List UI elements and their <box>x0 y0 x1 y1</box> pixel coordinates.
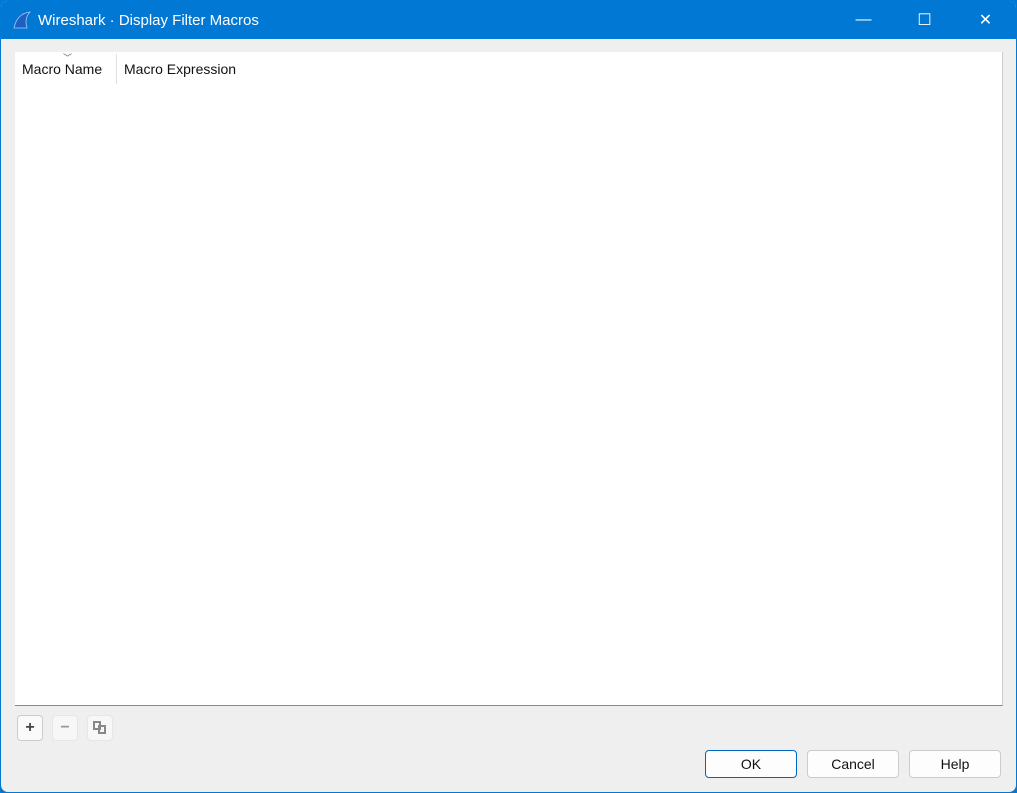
ok-button[interactable]: OK <box>705 750 797 778</box>
window-title: Wireshark · Display Filter Macros <box>38 11 259 29</box>
maximize-button[interactable]: ☐ <box>894 1 955 39</box>
add-macro-button[interactable]: + <box>17 715 43 741</box>
copy-icon <box>93 721 106 734</box>
title-bar: Wireshark · Display Filter Macros — ☐ ✕ <box>1 1 1016 39</box>
table-header: ﹀ Macro Name Macro Expression <box>15 52 1002 86</box>
column-header-macro-name[interactable]: ﹀ Macro Name <box>15 53 117 84</box>
dialog-window: Wireshark · Display Filter Macros — ☐ ✕ … <box>0 0 1017 793</box>
column-header-macro-expression[interactable]: Macro Expression <box>117 52 242 86</box>
cancel-button[interactable]: Cancel <box>807 750 899 778</box>
close-button[interactable]: ✕ <box>955 1 1016 39</box>
macro-table[interactable]: ﹀ Macro Name Macro Expression <box>15 52 1003 706</box>
wireshark-logo-icon <box>13 11 32 29</box>
help-button[interactable]: Help <box>909 750 1001 778</box>
sort-chevron-down-icon: ﹀ <box>63 53 73 63</box>
minimize-button[interactable]: — <box>833 1 894 39</box>
copy-macro-button[interactable] <box>87 715 113 741</box>
remove-macro-button[interactable]: − <box>52 715 78 741</box>
column-label: Macro Expression <box>124 61 237 77</box>
